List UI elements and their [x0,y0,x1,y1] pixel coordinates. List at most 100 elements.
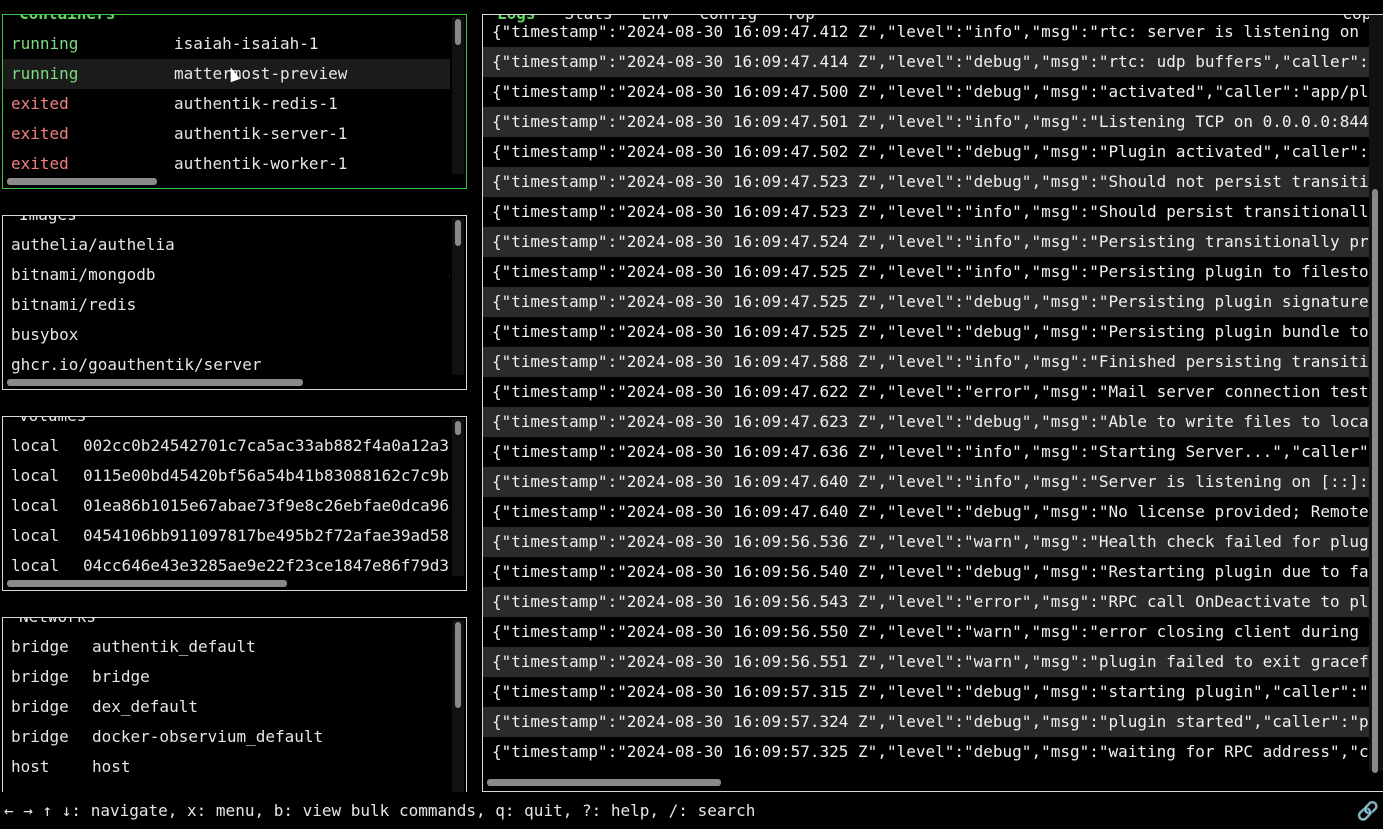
container-status: running [11,64,79,83]
log-line: {"timestamp":"2024-08-30 16:09:56.536 Z"… [483,527,1369,557]
log-line: {"timestamp":"2024-08-30 16:09:47.523 Z"… [483,167,1369,197]
images-vertical-scrollbar[interactable] [452,218,464,375]
image-row[interactable]: bitnami/redis 1 [3,290,450,320]
image-name: bitnami/redis [11,295,137,314]
image-row[interactable]: busybox 1 [3,320,450,350]
logs-panel[interactable]: Logs – Stats – Env – Config – Top Copy {… [482,14,1383,792]
network-row[interactable]: bridge bridge [3,662,450,692]
volumes-vertical-scrollbar[interactable] [452,419,464,576]
image-name: authelia/authelia [11,235,175,254]
network-name: host [92,757,131,776]
network-row[interactable]: bridge docker-observium_default [3,722,450,752]
volumes-title: Volumes [17,417,89,425]
network-row[interactable]: bridge authentik_default [3,632,450,662]
log-line: {"timestamp":"2024-08-30 16:09:47.640 Z"… [492,502,1369,521]
volume-row[interactable]: local 04cc646e43e3285ae9e22f23ce1847e86f… [3,551,450,581]
volume-driver: local [11,436,60,455]
volumes-panel[interactable]: Volumes local 002cc0b24542701c7ca5ac33ab… [2,416,467,591]
container-name: authentik-worker-1 [174,154,348,173]
logs-horizontal-scrollbar[interactable] [487,779,721,786]
log-line: {"timestamp":"2024-08-30 16:09:47.523 Z"… [492,202,1369,221]
image-row[interactable]: bitnami/mongodb 4 [3,260,450,290]
volume-driver: local [11,556,60,575]
networks-vertical-scrollbar[interactable] [452,620,464,792]
log-line: {"timestamp":"2024-08-30 16:09:47.524 Z"… [483,227,1369,257]
volumes-list: local 002cc0b24542701c7ca5ac33ab882f4a0a… [3,431,450,581]
volume-row[interactable]: local 002cc0b24542701c7ca5ac33ab882f4a0a… [3,431,450,461]
log-line: {"timestamp":"2024-08-30 16:09:57.325 Z"… [492,742,1369,761]
volumes-horizontal-scrollbar[interactable] [7,580,287,587]
log-line: {"timestamp":"2024-08-30 16:09:56.540 Z"… [492,562,1369,581]
log-line: {"timestamp":"2024-08-30 16:09:47.525 Z"… [492,262,1369,281]
network-row[interactable]: bridge dex_default [3,692,450,722]
log-line: {"timestamp":"2024-08-30 16:09:56.551 Z"… [483,647,1369,677]
volume-name: 04cc646e43e3285ae9e22f23ce1847e86f79d3c [83,556,450,575]
container-name: authentik-server-1 [174,124,348,143]
network-name: docker-observium_default [92,727,324,746]
container-name: authentik-redis-1 [174,94,338,113]
containers-panel[interactable]: Containers running isaiah-isaiah-1 runni… [2,14,467,189]
volume-row[interactable]: local 0454106bb911097817be495b2f72afae39… [3,521,450,551]
log-line: {"timestamp":"2024-08-30 16:09:47.414 Z"… [483,47,1369,77]
images-panel[interactable]: Images authelia/authelia 1 bitnami/mongo… [2,215,467,390]
container-row[interactable]: exited authentik-redis-1 [3,89,450,119]
log-line: {"timestamp":"2024-08-30 16:09:57.315 Z"… [492,682,1369,701]
log-line: {"timestamp":"2024-08-30 16:09:47.501 Z"… [483,107,1369,137]
log-line: {"timestamp":"2024-08-30 16:09:47.525 Z"… [492,322,1369,341]
image-extra: 2 [449,350,450,380]
container-status: running [11,34,79,53]
container-name: isaiah-isaiah-1 [174,34,319,53]
container-status: exited [11,94,69,113]
log-line: {"timestamp":"2024-08-30 16:09:47.500 Z"… [492,82,1369,101]
volume-row[interactable]: local 01ea86b1015e67abae73f9e8c26ebfae0d… [3,491,450,521]
volume-name: 002cc0b24542701c7ca5ac33ab882f4a0a12a3b [83,436,450,455]
log-line: {"timestamp":"2024-08-30 16:09:47.412 Z"… [492,22,1359,41]
log-line: {"timestamp":"2024-08-30 16:09:56.550 Z"… [492,622,1359,641]
log-line: {"timestamp":"2024-08-30 16:09:47.636 Z"… [492,442,1369,461]
log-line: {"timestamp":"2024-08-30 16:09:47.525 Z"… [483,287,1369,317]
container-status: exited [11,124,69,143]
volume-driver: local [11,466,60,485]
log-line: {"timestamp":"2024-08-30 16:09:47.502 Z"… [492,142,1369,161]
network-name: dex_default [92,697,198,716]
image-extra: 1 [449,230,450,260]
network-name: authentik_default [92,637,256,656]
image-row[interactable]: authelia/authelia 1 [3,230,450,260]
containers-list: running isaiah-isaiah-1 running mattermo… [3,29,450,179]
volume-driver: local [11,526,60,545]
volume-row[interactable]: local 0115e00bd45420bf56a54b41b83088162c… [3,461,450,491]
images-horizontal-scrollbar[interactable] [7,379,303,386]
containers-horizontal-scrollbar[interactable] [7,178,157,185]
network-driver: bridge [11,727,69,746]
container-status: exited [11,154,69,173]
containers-vertical-scrollbar[interactable] [452,17,464,174]
link-icon[interactable]: 🔗 [1357,801,1379,822]
volume-name: 01ea86b1015e67abae73f9e8c26ebfae0dca964 [83,496,450,515]
log-lines: {"timestamp":"2024-08-30 16:09:47.412 Z"… [483,17,1369,767]
containers-title: Containers [17,15,118,23]
container-row[interactable]: exited authentik-worker-1 [3,149,450,179]
container-row-selected[interactable]: running mattermost-preview [3,59,450,89]
log-line: {"timestamp":"2024-08-30 16:09:47.588 Z"… [483,347,1369,377]
image-extra: 1 [449,290,450,320]
networks-panel[interactable]: Networks bridge authentik_default bridge… [2,617,467,792]
volume-name: 0454106bb911097817be495b2f72afae39ad583 [83,526,450,545]
log-line: {"timestamp":"2024-08-30 16:09:57.324 Z"… [483,707,1369,737]
network-driver: host [11,757,50,776]
log-line: {"timestamp":"2024-08-30 16:09:47.623 Z"… [483,407,1369,437]
network-name: bridge [92,667,150,686]
container-row[interactable]: running isaiah-isaiah-1 [3,29,450,59]
network-driver: bridge [11,667,69,686]
network-row[interactable]: host host [3,752,450,782]
network-driver: bridge [11,697,69,716]
images-list: authelia/authelia 1 bitnami/mongodb 4 bi… [3,230,450,380]
logs-vertical-scrollbar[interactable] [1369,15,1383,773]
network-driver: bridge [11,637,69,656]
image-row[interactable]: ghcr.io/goauthentik/server 2 [3,350,450,380]
image-extra: 4 [449,260,450,290]
image-name: bitnami/mongodb [11,265,156,284]
networks-title: Networks [17,618,99,626]
log-line: {"timestamp":"2024-08-30 16:09:56.543 Z"… [483,587,1369,617]
status-bar: ← → ↑ ↓: navigate, x: menu, b: view bulk… [4,801,756,820]
container-row[interactable]: exited authentik-server-1 [3,119,450,149]
